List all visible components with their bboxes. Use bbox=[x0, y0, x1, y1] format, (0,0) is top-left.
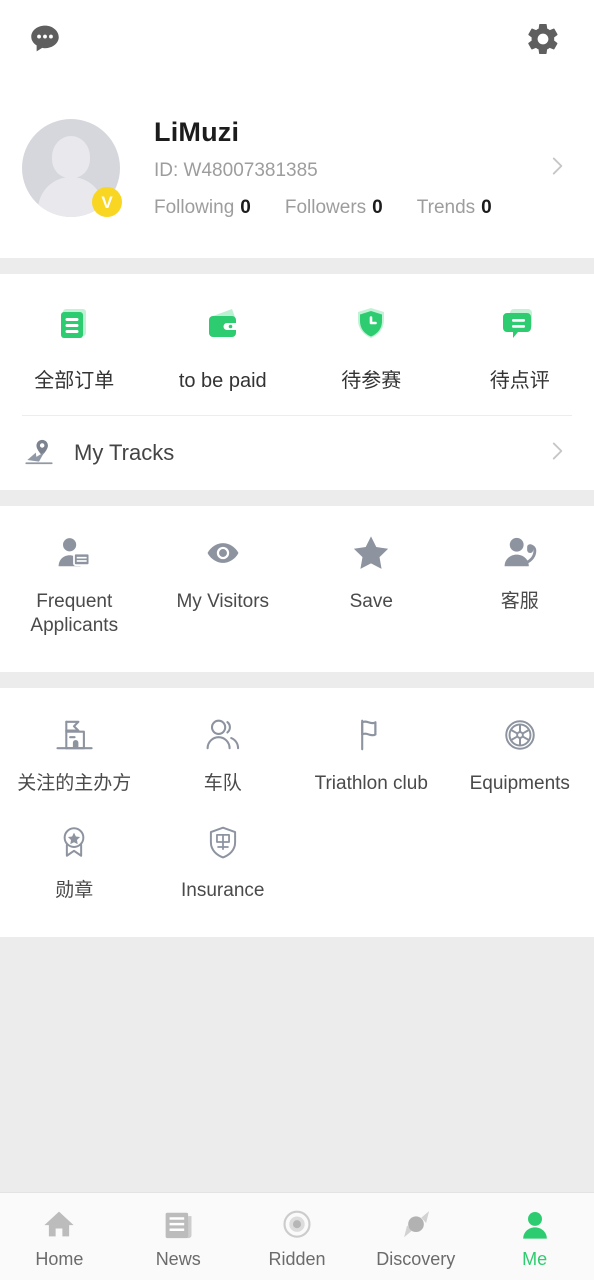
nav-item-label: Home bbox=[35, 1248, 84, 1269]
chevron-right-icon bbox=[544, 153, 570, 184]
nav-item-home[interactable]: Home bbox=[0, 1193, 119, 1280]
person-headset-icon bbox=[498, 530, 542, 576]
stat-followers-label: Followers bbox=[284, 196, 367, 218]
flag-icon bbox=[349, 712, 393, 758]
section-divider-2 bbox=[0, 490, 594, 506]
grid-item-triathlon-club[interactable]: Triathlon club bbox=[297, 712, 446, 820]
nav-item-news[interactable]: News bbox=[119, 1193, 238, 1280]
orders-row: 全部订单 to be paid 待参赛 待点评 bbox=[0, 274, 594, 415]
my-tracks-label: My Tracks bbox=[74, 440, 175, 465]
order-item-pending-review[interactable]: 待点评 bbox=[446, 300, 594, 393]
services-grid: Frequent Applicants My Visitors Save 客服 bbox=[0, 506, 594, 672]
gear-icon[interactable] bbox=[520, 16, 566, 62]
bottom-navigation: Home News Ridden Discovery Me bbox=[0, 1192, 594, 1280]
grid-item-team[interactable]: 车队 bbox=[149, 712, 298, 820]
profile-info: LiMuzi ID: W48007381385 Following 0 Follo… bbox=[120, 117, 544, 219]
orders-section: 全部订单 to be paid 待参赛 待点评 My Tracks bbox=[0, 274, 594, 490]
avatar[interactable]: V bbox=[22, 119, 122, 217]
order-item-all-orders[interactable]: 全部订单 bbox=[0, 300, 149, 393]
person-id-card-icon bbox=[52, 530, 96, 576]
eye-icon bbox=[201, 530, 245, 576]
order-item-label: 待参赛 bbox=[341, 370, 402, 392]
chat-bubble-icon[interactable] bbox=[22, 16, 68, 62]
profile-header[interactable]: V LiMuzi ID: W48007381385 Following 0 Fol… bbox=[0, 78, 594, 258]
compass-icon bbox=[397, 1204, 435, 1242]
grid-item-label: Triathlon club bbox=[314, 772, 428, 794]
grid-item-medal[interactable]: 勋章 bbox=[0, 819, 149, 927]
grid-item-equipments[interactable]: Equipments bbox=[446, 712, 594, 820]
nav-item-discovery[interactable]: Discovery bbox=[356, 1193, 475, 1280]
shield-clock-icon bbox=[347, 300, 395, 353]
stat-trends[interactable]: Trends 0 bbox=[417, 197, 492, 219]
person-icon bbox=[517, 1204, 553, 1242]
top-bar bbox=[0, 0, 594, 78]
comment-bubble-icon bbox=[496, 300, 544, 353]
section-divider-1 bbox=[0, 258, 594, 274]
wallet-icon bbox=[199, 300, 247, 353]
grid-item-label: 客服 bbox=[500, 591, 539, 612]
avatar-head-shape bbox=[52, 136, 90, 178]
nav-item-label: News bbox=[155, 1248, 201, 1269]
grid-item-label: 车队 bbox=[203, 772, 242, 794]
building-flag-icon bbox=[52, 712, 96, 758]
stat-following-value: 0 bbox=[240, 196, 251, 218]
grid-item-label: 勋章 bbox=[55, 880, 94, 902]
profile-stats: Following 0 Followers 0 Trends 0 bbox=[154, 197, 544, 219]
page-filler bbox=[0, 937, 594, 1192]
profile-name: LiMuzi bbox=[154, 117, 240, 148]
grid-item-followed-organizers[interactable]: 关注的主办方 bbox=[0, 712, 149, 820]
medal-badge-icon bbox=[52, 819, 96, 865]
news-icon bbox=[160, 1204, 196, 1242]
bike-wheel-icon bbox=[498, 712, 542, 758]
nav-item-label: Ridden bbox=[268, 1248, 326, 1269]
order-item-label: 待点评 bbox=[489, 370, 550, 392]
my-tracks-row[interactable]: My Tracks bbox=[0, 416, 594, 490]
grid-item-label: My Visitors bbox=[176, 591, 270, 612]
order-item-label: to be paid bbox=[178, 370, 267, 392]
grid-item-label: Frequent Applicants bbox=[30, 591, 119, 636]
community-grid: 关注的主办方 车队 Triathlon club Equipments 勋章 I… bbox=[0, 687, 594, 937]
grid-item-label: Insurance bbox=[181, 880, 265, 902]
map-pin-route-icon bbox=[22, 434, 56, 473]
stat-following[interactable]: Following 0 bbox=[154, 197, 251, 219]
nav-item-me[interactable]: Me bbox=[475, 1193, 594, 1280]
stat-followers[interactable]: Followers 0 bbox=[285, 197, 383, 219]
grid-item-save[interactable]: Save bbox=[297, 530, 446, 662]
stat-following-label: Following bbox=[154, 196, 235, 218]
nav-item-label: Discovery bbox=[376, 1248, 456, 1269]
star-icon bbox=[348, 530, 394, 576]
home-icon bbox=[41, 1204, 77, 1242]
stat-followers-value: 0 bbox=[372, 196, 383, 218]
profile-screen: V LiMuzi ID: W48007381385 Following 0 Fol… bbox=[0, 0, 594, 1280]
order-item-to-be-paid[interactable]: to be paid bbox=[149, 300, 298, 393]
stat-trends-label: Trends bbox=[416, 196, 476, 218]
nav-item-ridden[interactable]: Ridden bbox=[238, 1193, 357, 1280]
verified-badge: V bbox=[92, 187, 122, 217]
chevron-right-icon bbox=[544, 438, 570, 469]
shield-insurance-icon bbox=[201, 819, 245, 865]
document-list-icon bbox=[50, 300, 98, 353]
order-item-pending-race[interactable]: 待参赛 bbox=[297, 300, 446, 393]
profile-id: ID: W48007381385 bbox=[154, 160, 318, 182]
record-circle-icon bbox=[278, 1204, 316, 1242]
people-group-icon bbox=[201, 712, 245, 758]
grid-item-label: Equipments bbox=[469, 772, 570, 794]
stat-trends-value: 0 bbox=[481, 196, 492, 218]
grid-item-label: Save bbox=[349, 591, 393, 612]
grid-item-insurance[interactable]: Insurance bbox=[149, 819, 298, 927]
nav-item-label: Me bbox=[522, 1248, 548, 1269]
section-divider-3 bbox=[0, 671, 594, 688]
grid-item-customer-service[interactable]: 客服 bbox=[446, 530, 594, 662]
grid-item-my-visitors[interactable]: My Visitors bbox=[149, 530, 298, 662]
grid-item-label: 关注的主办方 bbox=[17, 772, 132, 794]
order-item-label: 全部订单 bbox=[34, 370, 115, 392]
grid-item-frequent-applicants[interactable]: Frequent Applicants bbox=[0, 530, 149, 662]
